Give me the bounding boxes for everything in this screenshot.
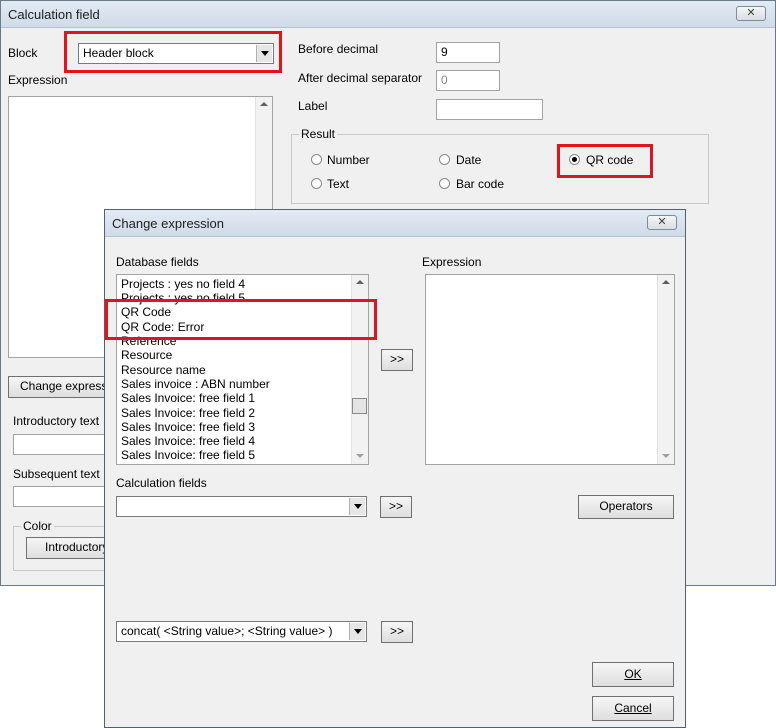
- result-bar-code-label[interactable]: Bar code: [456, 177, 504, 191]
- after-decimal-input[interactable]: 0: [436, 70, 500, 91]
- result-number-radio[interactable]: [311, 154, 322, 165]
- scroll-thumb[interactable]: [352, 398, 367, 414]
- operators-button[interactable]: Operators: [578, 495, 674, 519]
- scroll-down-icon[interactable]: [658, 448, 674, 464]
- cancel-button[interactable]: Cancel: [592, 696, 674, 721]
- chevron-down-icon[interactable]: [349, 498, 365, 515]
- result-number-label[interactable]: Number: [327, 153, 370, 167]
- result-date-label[interactable]: Date: [456, 153, 481, 167]
- function-value: concat( <String value>; <String value> ): [121, 624, 333, 638]
- list-item[interactable]: Sales Invoice: free field 4: [121, 434, 255, 448]
- scroll-up-icon[interactable]: [256, 97, 272, 113]
- block-label: Block: [8, 46, 38, 60]
- add-calculation-field-button[interactable]: >>: [380, 496, 412, 518]
- color-group-label: Color: [21, 519, 54, 533]
- close-icon[interactable]: ✕: [736, 6, 766, 21]
- highlight-qr-code-fields: [105, 299, 377, 340]
- scroll-up-icon[interactable]: [658, 275, 674, 291]
- close-icon[interactable]: ✕: [647, 215, 677, 230]
- ok-button[interactable]: OK: [592, 662, 674, 687]
- expression-label: Expression: [422, 255, 482, 269]
- list-item[interactable]: Resource name: [121, 363, 206, 377]
- list-item[interactable]: Sales Invoice: free field 2: [121, 406, 255, 420]
- list-item[interactable]: Projects : yes no field 4: [121, 277, 245, 291]
- window-title: Calculation field: [8, 7, 100, 22]
- list-item[interactable]: Resource: [121, 348, 172, 362]
- expression-label: Expression: [8, 73, 68, 87]
- result-text-label[interactable]: Text: [327, 177, 349, 191]
- dialog-title: Change expression: [112, 216, 225, 231]
- add-function-button[interactable]: >>: [381, 621, 413, 643]
- calculation-fields-select[interactable]: [116, 496, 367, 517]
- change-expression-window: Change expression ✕ Database fields Proj…: [104, 209, 686, 728]
- list-item[interactable]: Sales Invoice: free field 1: [121, 391, 255, 405]
- introductory-text-input[interactable]: [13, 434, 113, 455]
- result-group-label: Result: [299, 127, 338, 141]
- expression-scrollbar[interactable]: [657, 275, 674, 464]
- function-select[interactable]: concat( <String value>; <String value> ): [116, 621, 367, 642]
- subsequent-text-label: Subsequent text: [13, 467, 100, 481]
- calculation-field-titlebar: Calculation field ✕: [1, 1, 775, 28]
- before-decimal-label: Before decimal: [298, 42, 379, 56]
- scroll-up-icon[interactable]: [352, 275, 368, 291]
- cancel-button-label: Cancel: [614, 701, 652, 715]
- calculation-fields-label: Calculation fields: [116, 476, 207, 490]
- after-decimal-label: After decimal separator: [298, 71, 423, 85]
- change-expression-titlebar: Change expression ✕: [105, 210, 685, 237]
- subsequent-text-input[interactable]: [13, 486, 113, 507]
- change-expression-button[interactable]: Change express: [8, 376, 116, 398]
- highlight-block: [64, 31, 282, 73]
- label-label: Label: [298, 99, 328, 113]
- result-bar-code-radio[interactable]: [439, 178, 450, 189]
- add-database-field-button[interactable]: >>: [381, 349, 413, 371]
- label-input[interactable]: [436, 99, 543, 120]
- ok-button-label: OK: [624, 667, 642, 681]
- result-text-radio[interactable]: [311, 178, 322, 189]
- chevron-down-icon[interactable]: [349, 623, 365, 640]
- before-decimal-input[interactable]: 9: [436, 42, 500, 63]
- scroll-down-icon[interactable]: [352, 448, 368, 464]
- list-item[interactable]: Sales Invoice: free field 3: [121, 420, 255, 434]
- result-date-radio[interactable]: [439, 154, 450, 165]
- introductory-text-label: Introductory text: [13, 414, 100, 428]
- list-item[interactable]: Sales invoice : ABN number: [121, 377, 270, 391]
- highlight-qr-code: [557, 144, 653, 178]
- list-item[interactable]: Sales Invoice: free field 5: [121, 448, 255, 462]
- database-fields-label: Database fields: [116, 255, 199, 269]
- expression-textarea[interactable]: [425, 274, 675, 465]
